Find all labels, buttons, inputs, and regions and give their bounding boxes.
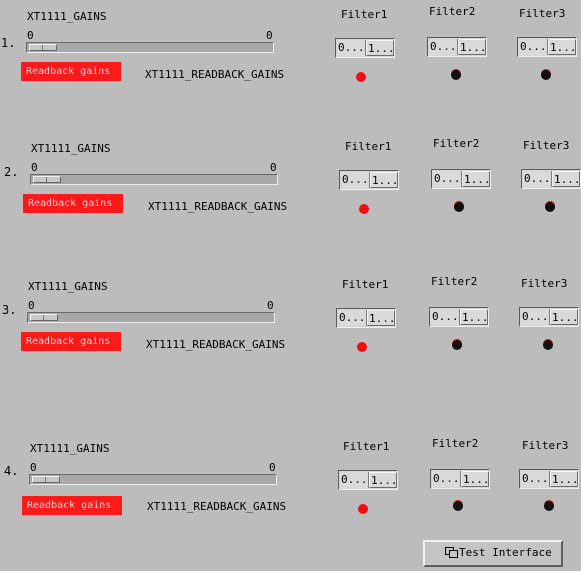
filter1-selector[interactable]: 0... 1... (336, 308, 396, 328)
filter2-selector[interactable]: 0... 1... (429, 307, 489, 327)
slider-min-label: 0 (28, 299, 35, 312)
filter2-status-led (452, 340, 462, 350)
readback-gains-name: XT1111_READBACK_GAINS (148, 200, 288, 213)
filter1-status-led (358, 504, 368, 514)
slider-max-label: 0 (267, 299, 274, 312)
filter1-option-0[interactable]: 0... (338, 310, 367, 326)
readback-gains-button[interactable]: Readback gains (23, 194, 123, 213)
gains-label: XT1111_GAINS (27, 10, 107, 23)
filter1-label: Filter1 (341, 8, 388, 21)
filter1-option-0[interactable]: 0... (337, 40, 366, 56)
gains-label: XT1111_GAINS (31, 142, 111, 155)
filter1-selector[interactable]: 0... 1... (338, 470, 398, 490)
filter3-option-1[interactable]: 1... (552, 171, 580, 187)
row-index: 4. (4, 464, 19, 478)
filter2-option-1[interactable]: 1... (461, 471, 489, 487)
filter1-option-0[interactable]: 0... (341, 172, 370, 188)
test-interface-button[interactable]: Test Interface (423, 540, 563, 567)
slider-min-label: 0 (30, 461, 37, 474)
filter2-option-0[interactable]: 0... (431, 309, 460, 325)
readback-gains-name: XT1111_READBACK_GAINS (145, 68, 285, 81)
filter2-status-led (454, 202, 464, 212)
readback-gains-button[interactable]: Readback gains (22, 496, 122, 515)
slider-thumb[interactable] (32, 476, 60, 483)
window-icon (445, 547, 458, 558)
test-interface-label: Test Interface (459, 546, 552, 559)
filter3-status-led (545, 202, 555, 212)
filter3-label: Filter3 (521, 277, 568, 290)
filter1-status-led (357, 342, 367, 352)
readback-gains-button[interactable]: Readback gains (21, 332, 121, 351)
filter1-status-led (359, 204, 369, 214)
gains-label: XT1111_GAINS (30, 442, 110, 455)
slider-max-label: 0 (269, 461, 276, 474)
filter2-option-1[interactable]: 1... (462, 171, 490, 187)
filter2-option-1[interactable]: 1... (458, 39, 486, 55)
filter3-option-1[interactable]: 1... (550, 309, 578, 325)
filter2-status-led (451, 70, 461, 80)
filter2-option-0[interactable]: 0... (429, 39, 458, 55)
filter3-selector[interactable]: 0... 1... (519, 469, 579, 489)
filter3-selector[interactable]: 0... 1... (521, 169, 581, 189)
filter3-status-led (543, 340, 553, 350)
filter1-option-0[interactable]: 0... (340, 472, 369, 488)
filter3-option-0[interactable]: 0... (521, 471, 550, 487)
slider-thumb[interactable] (29, 44, 57, 51)
gains-label: XT1111_GAINS (28, 280, 108, 293)
gains-slider[interactable] (30, 174, 278, 185)
filter2-status-led (453, 501, 463, 511)
slider-min-label: 0 (31, 161, 38, 174)
filter2-selector[interactable]: 0... 1... (430, 469, 490, 489)
filter3-option-0[interactable]: 0... (521, 309, 550, 325)
filter1-option-1[interactable]: 1... (366, 40, 394, 56)
filter1-label: Filter1 (343, 440, 390, 453)
filter2-option-1[interactable]: 1... (460, 309, 488, 325)
readback-gains-name: XT1111_READBACK_GAINS (146, 338, 286, 351)
filter3-option-0[interactable]: 0... (523, 171, 552, 187)
filter2-label: Filter2 (429, 5, 476, 18)
filter1-option-1[interactable]: 1... (369, 472, 397, 488)
filter3-status-led (541, 70, 551, 80)
filter2-option-0[interactable]: 0... (433, 171, 462, 187)
slider-max-label: 0 (266, 29, 273, 42)
gains-slider[interactable] (27, 312, 275, 323)
filter2-option-0[interactable]: 0... (432, 471, 461, 487)
filter3-option-1[interactable]: 1... (548, 39, 576, 55)
slider-thumb[interactable] (30, 314, 58, 321)
filter2-selector[interactable]: 0... 1... (427, 37, 487, 57)
filter3-label: Filter3 (522, 439, 569, 452)
gains-slider[interactable] (29, 474, 277, 485)
filter2-label: Filter2 (431, 275, 478, 288)
gains-slider[interactable] (26, 42, 274, 53)
filter2-selector[interactable]: 0... 1... (431, 169, 491, 189)
row-index: 2. (4, 165, 19, 179)
readback-gains-button[interactable]: Readback gains (21, 62, 121, 81)
row-index: 1. (1, 36, 16, 50)
filter1-selector[interactable]: 0... 1... (339, 170, 399, 190)
filter3-label: Filter3 (519, 7, 566, 20)
filter1-label: Filter1 (345, 140, 392, 153)
slider-thumb[interactable] (33, 176, 61, 183)
filter3-label: Filter3 (523, 139, 570, 152)
filter3-option-0[interactable]: 0... (519, 39, 548, 55)
readback-gains-name: XT1111_READBACK_GAINS (147, 500, 287, 513)
filter1-label: Filter1 (342, 278, 389, 291)
filter1-selector[interactable]: 0... 1... (335, 38, 395, 58)
filter2-label: Filter2 (433, 137, 480, 150)
filter1-status-led (356, 72, 366, 82)
slider-max-label: 0 (270, 161, 277, 174)
filter3-selector[interactable]: 0... 1... (517, 37, 577, 57)
slider-min-label: 0 (27, 29, 34, 42)
filter3-selector[interactable]: 0... 1... (519, 307, 579, 327)
filter2-label: Filter2 (432, 437, 479, 450)
filter3-option-1[interactable]: 1... (550, 471, 578, 487)
row-index: 3. (2, 303, 17, 317)
filter1-option-1[interactable]: 1... (367, 310, 395, 326)
filter1-option-1[interactable]: 1... (370, 172, 398, 188)
filter3-status-led (544, 501, 554, 511)
